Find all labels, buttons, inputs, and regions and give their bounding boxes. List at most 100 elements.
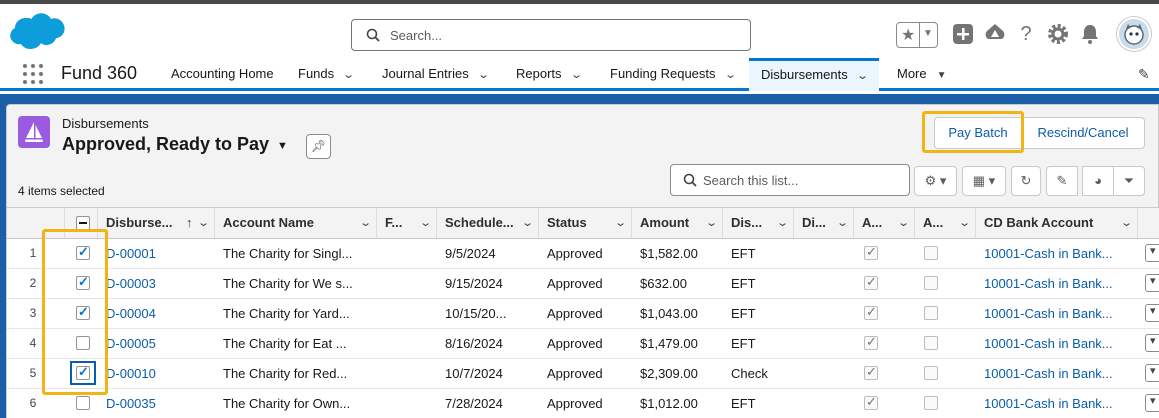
help-icon[interactable]: ?	[1014, 22, 1038, 46]
select-all-checkbox[interactable]	[76, 216, 90, 230]
chevron-down-icon[interactable]: ⌄	[197, 208, 210, 238]
salesforce-cloud-logo[interactable]	[8, 12, 66, 54]
row-actions-button[interactable]	[1145, 394, 1159, 412]
edit-nav-pencil-icon[interactable]: ✎	[1138, 66, 1150, 83]
column-header-a2[interactable]: A... ⌄	[915, 208, 976, 238]
chevron-down-icon[interactable]: ⌄	[776, 208, 789, 238]
table-row[interactable]: 1D-00001The Charity for Singl...9/5/2024…	[7, 239, 1159, 269]
nav-item-label: Disbursements	[761, 67, 848, 82]
amount-cell: $2,309.00	[640, 366, 698, 381]
pin-list-view-button[interactable]: 📌︎	[306, 134, 331, 159]
charts-button[interactable]: ◕	[1082, 166, 1114, 196]
row-actions-button[interactable]	[1145, 274, 1159, 292]
row-actions-button[interactable]	[1145, 364, 1159, 382]
avatar[interactable]	[1117, 17, 1151, 51]
nav-item-label: Accounting Home	[171, 66, 274, 81]
favorites-button[interactable]: ★ ▼	[896, 22, 938, 48]
table-row[interactable]: 2D-00003The Charity for We s...9/15/2024…	[7, 269, 1159, 299]
gear-icon[interactable]	[1046, 22, 1070, 46]
rescind-cancel-button[interactable]: Rescind/Cancel	[1021, 117, 1145, 149]
nav-item-journal-entries[interactable]: Journal Entries ⌄	[382, 58, 490, 91]
nav-item-more[interactable]: More ▼	[897, 58, 947, 91]
global-search-input[interactable]: Search...	[351, 19, 751, 51]
row-actions-button[interactable]	[1145, 304, 1159, 322]
app-launcher-icon[interactable]	[23, 64, 43, 84]
table-row[interactable]: 5D-00010The Charity for Red...10/7/2024A…	[7, 359, 1159, 389]
inline-edit-button[interactable]: ✎	[1046, 166, 1078, 196]
refresh-button[interactable]: ↻	[1011, 166, 1041, 196]
disbursement-id-link[interactable]: D-00010	[98, 359, 215, 388]
column-label: A...	[923, 215, 944, 230]
column-header-scheduled[interactable]: Schedule... ⌄	[437, 208, 539, 238]
chevron-down-icon[interactable]: ⌄	[705, 208, 718, 238]
selected-count: 4 items selected	[18, 184, 105, 198]
cd-bank-account-link[interactable]: 10001-Cash in Bank...	[976, 239, 1138, 268]
row-select-checkbox[interactable]	[76, 396, 90, 410]
caret-down-icon[interactable]: ▼	[277, 140, 288, 152]
cd-bank-account-link[interactable]: 10001-Cash in Bank...	[976, 329, 1138, 358]
row-actions-button[interactable]	[1145, 244, 1159, 262]
disbursement-id-link[interactable]: D-00005	[98, 329, 215, 358]
chevron-down-icon[interactable]: ⌄	[836, 208, 849, 238]
column-header-disbursement[interactable]: Disburse... ↑ ⌄	[98, 208, 215, 238]
disbursement-method-cell: EFT	[731, 246, 756, 261]
column-header-cd-bank-account[interactable]: CD Bank Account ⌄	[976, 208, 1138, 238]
chevron-down-icon[interactable]: ⌄	[419, 208, 432, 238]
nav-item-accounting-home[interactable]: Accounting Home	[171, 58, 274, 91]
bell-icon[interactable]	[1078, 22, 1102, 46]
pin-icon: 📌︎	[310, 139, 327, 153]
column-header-amount[interactable]: Amount ⌄	[632, 208, 723, 238]
disbursement-id-link[interactable]: D-00004	[98, 299, 215, 328]
nav-item-reports[interactable]: Reports ⌄	[516, 58, 583, 91]
list-search-input[interactable]: Search this list...	[670, 164, 910, 196]
app-navigation: Fund 360 Accounting Home Funds ⌄ Journal …	[0, 58, 1159, 91]
star-icon: ★	[901, 27, 916, 44]
cd-bank-account-link[interactable]: 10001-Cash in Bank...	[976, 389, 1138, 418]
filter-button[interactable]: ⏷	[1113, 166, 1145, 196]
disbursement-id-link[interactable]: D-00001	[98, 239, 215, 268]
chevron-down-icon[interactable]: ⌄	[359, 208, 372, 238]
cd-bank-account-link[interactable]: 10001-Cash in Bank...	[976, 269, 1138, 298]
chevron-down-icon[interactable]: ▼	[923, 28, 933, 39]
disbursement-id-link[interactable]: D-00003	[98, 269, 215, 298]
disbursement-method-cell: EFT	[731, 306, 756, 321]
column-label: Disburse...	[106, 215, 173, 230]
display-as-button[interactable]: ▦ ▾	[962, 166, 1006, 196]
chevron-down-icon[interactable]: ⌄	[958, 208, 971, 238]
row-actions-button[interactable]	[1145, 334, 1159, 352]
nav-item-funding-requests[interactable]: Funding Requests ⌄	[610, 58, 737, 91]
cd-bank-account-link[interactable]: 10001-Cash in Bank...	[976, 299, 1138, 328]
chevron-down-icon[interactable]: ⌄	[570, 60, 583, 91]
chevron-down-icon[interactable]: ⌄	[614, 208, 627, 238]
chevron-down-icon[interactable]: ⌄	[521, 208, 534, 238]
readonly-checkbox	[924, 336, 938, 350]
table-row[interactable]: 4 D-00005 The Charity for Eat ... 8/16/2024…	[7, 329, 1159, 359]
sort-ascending-icon[interactable]: ↑	[186, 208, 193, 238]
chevron-down-icon[interactable]: ⌄	[724, 60, 737, 91]
nav-item-funds[interactable]: Funds ⌄	[298, 58, 355, 91]
list-settings-button[interactable]: ⚙ ▾	[914, 166, 957, 196]
table-row[interactable]: 6 D-00035 The Charity for Own... 7/28/2024 A…	[7, 389, 1159, 418]
nav-item-disbursements[interactable]: Disbursements ⌄	[749, 58, 879, 91]
column-header-f[interactable]: F... ⌄	[377, 208, 437, 238]
table-row[interactable]: 3D-00004The Charity for Yard...10/15/20.…	[7, 299, 1159, 329]
column-header-a1[interactable]: A... ⌄	[854, 208, 915, 238]
column-header-account-name[interactable]: Account Name ⌄	[215, 208, 377, 238]
chevron-down-icon[interactable]: ⌄	[897, 208, 910, 238]
global-header: Search... ★ ▼ ?	[0, 0, 1159, 58]
readonly-checkbox	[924, 396, 938, 410]
disbursement-id-link[interactable]: D-00035	[98, 389, 215, 418]
readonly-checkbox	[864, 244, 878, 260]
chevron-down-icon[interactable]: ⌄	[342, 60, 355, 91]
chevron-down-icon[interactable]: ⌄	[1120, 208, 1133, 238]
column-header-status[interactable]: Status ⌄	[539, 208, 632, 238]
cd-bank-account-link[interactable]: 10001-Cash in Bank...	[976, 359, 1138, 388]
column-header-dis[interactable]: Dis... ⌄	[723, 208, 794, 238]
trailhead-icon[interactable]	[983, 22, 1007, 46]
column-header-di[interactable]: Di... ⌄	[794, 208, 854, 238]
chevron-down-icon[interactable]: ⌄	[477, 60, 490, 91]
plus-icon[interactable]	[951, 22, 975, 46]
chevron-down-icon[interactable]: ⌄	[856, 63, 869, 90]
disbursement-method-cell: EFT	[731, 396, 756, 411]
list-view-title[interactable]: Approved, Ready to Pay	[62, 134, 269, 155]
